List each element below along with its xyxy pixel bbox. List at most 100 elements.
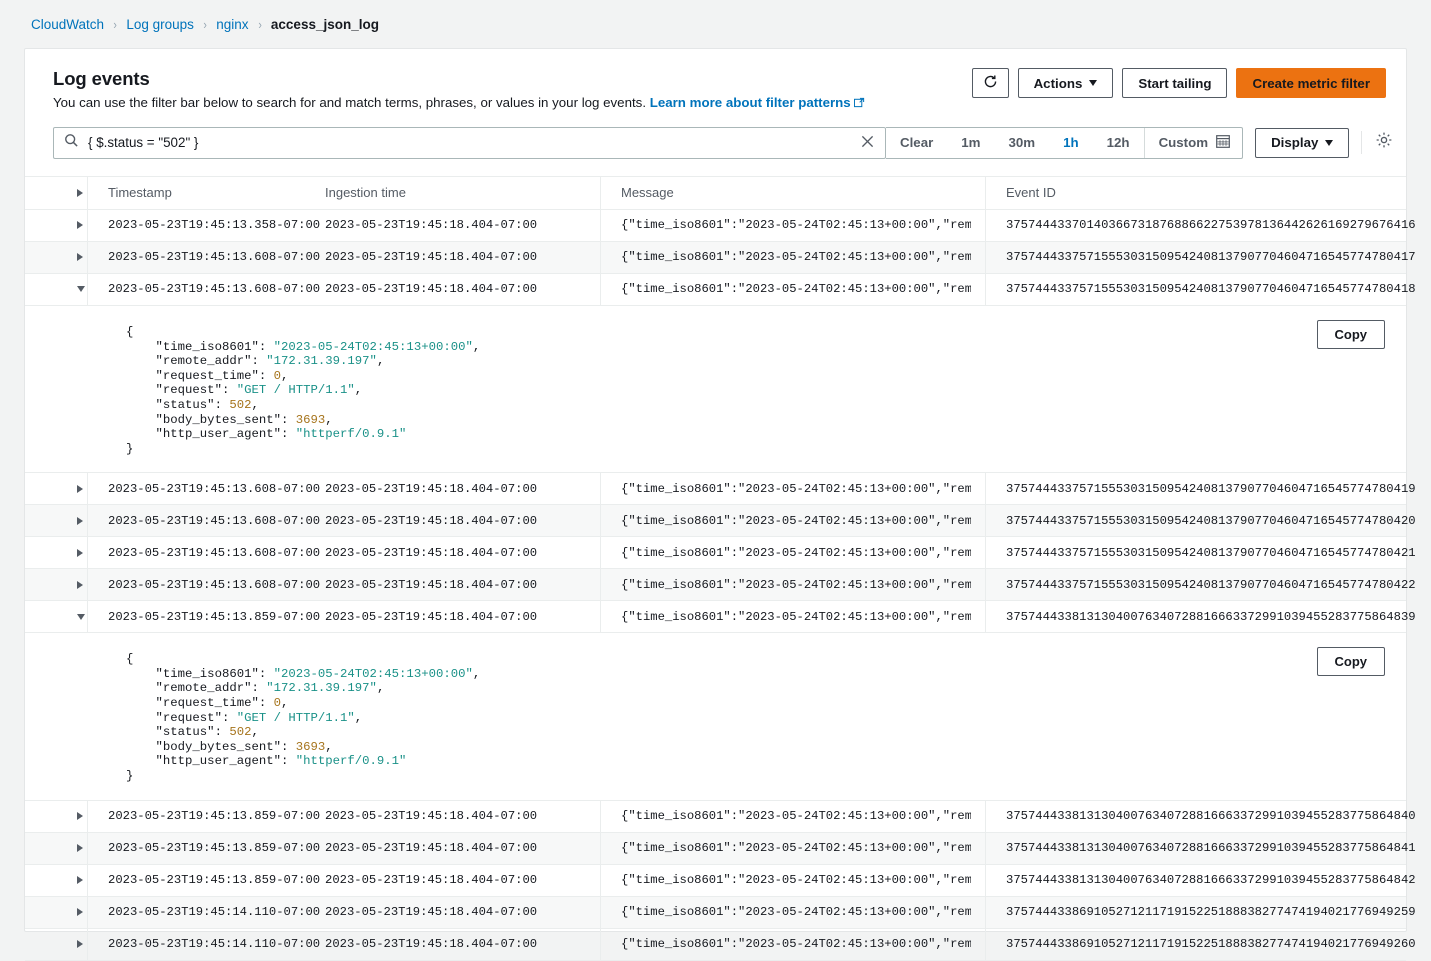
column-header-timestamp[interactable]: Timestamp [87,176,325,209]
cell-message: {"time_iso8601":"2023-05-24T02:45:13+00:… [600,896,985,928]
cell-ingestion-time: 2023-05-23T19:45:18.404-07:00 [325,545,538,560]
cell-timestamp: 2023-05-23T19:45:14.110-07:00 [87,896,325,928]
chevron-right-icon [77,876,83,885]
cell-timestamp: 2023-05-23T19:45:13.358-07:00 [87,209,325,241]
filter-search-input[interactable] [79,135,859,151]
time-range-1h[interactable]: 1h [1049,128,1093,158]
table-row[interactable]: 2023-05-23T19:45:13.608-07:00 2023-05-23T… [25,241,1416,274]
cell-event-id: 3757444337571555303150954240813790770460… [985,537,1416,569]
chevron-right-icon [77,548,83,557]
time-range-1m[interactable]: 1m [947,128,994,158]
table-row[interactable]: 2023-05-23T19:45:13.859-07:00 2023-05-23T… [25,864,1416,897]
expand-all-toggle[interactable] [25,188,87,197]
row-expand-toggle[interactable] [25,253,87,262]
time-range-clear[interactable]: Clear [886,128,947,158]
row-expand-toggle[interactable] [25,940,87,949]
cell-event-id: 3757444338691052712117191522518883827747… [985,896,1416,928]
copy-button[interactable]: Copy [1316,647,1385,677]
cell-ingestion-time: 2023-05-23T19:45:18.404-07:00 [325,609,538,624]
row-expand-toggle[interactable] [25,221,87,230]
row-expand-toggle[interactable] [25,516,87,525]
row-expand-toggle[interactable] [25,812,87,821]
row-expand-toggle[interactable] [25,613,87,620]
copy-button[interactable]: Copy [1316,319,1385,349]
message-preview-text: {"time_iso8601":"2023-05-24T02:45:13+00:… [621,841,971,856]
message-preview-text: {"time_iso8601":"2023-05-24T02:45:13+00:… [621,282,971,297]
row-expand-toggle[interactable] [25,876,87,885]
cell-ingestion-time: 2023-05-23T19:45:18.404-07:00 [325,577,538,592]
table-row[interactable]: 2023-05-23T19:45:13.608-07:00 2023-05-23T… [25,505,1416,538]
table-row[interactable]: 2023-05-23T19:45:13.859-07:00 2023-05-23T… [25,800,1416,833]
event-detail-panel: { "time_iso8601": "2023-05-24T02:45:13+0… [25,305,1406,474]
actions-dropdown-button[interactable]: Actions [1017,68,1114,98]
cell-event-id: 3757444338131304007634072881666337299103… [985,864,1416,896]
cell-message: {"time_iso8601":"2023-05-24T02:45:13+00:… [600,569,985,601]
table-row[interactable]: 2023-05-23T19:45:14.110-07:00 2023-05-23T… [25,896,1416,929]
refresh-icon [983,74,998,92]
breadcrumb-item-nginx[interactable]: nginx [216,17,248,32]
cell-timestamp: 2023-05-23T19:45:13.859-07:00 [87,832,325,864]
cell-timestamp: 2023-05-23T19:45:13.608-07:00 [87,505,325,537]
title-block: Log events You can use the filter bar be… [53,66,865,113]
start-tailing-button[interactable]: Start tailing [1122,68,1228,98]
breadcrumb-item-log-groups[interactable]: Log groups [126,17,194,32]
row-expand-toggle[interactable] [25,908,87,917]
column-header-event-id[interactable]: Event ID [985,176,1406,209]
cell-message: {"time_iso8601":"2023-05-24T02:45:13+00:… [600,241,985,273]
page-description-text: You can use the filter bar below to sear… [53,95,647,110]
breadcrumb-separator: › [203,16,207,32]
table-row[interactable]: 2023-05-23T19:45:14.110-07:00 2023-05-23T… [25,928,1416,961]
chevron-right-icon [77,484,83,493]
cell-ingestion-time: 2023-05-23T19:45:18.404-07:00 [325,809,538,824]
table-row[interactable]: 2023-05-23T19:45:13.608-07:00 2023-05-23T… [25,273,1416,306]
calendar-icon [1216,134,1230,151]
table-row[interactable]: 2023-05-23T19:45:13.608-07:00 2023-05-23T… [25,569,1416,602]
search-icon [64,133,79,153]
table-row[interactable]: 2023-05-23T19:45:13.608-07:00 2023-05-23T… [25,473,1416,506]
time-range-30m[interactable]: 30m [994,128,1049,158]
filter-toolbar: Clear1m30m1h12h Custom Display [25,113,1406,159]
breadcrumb-item-cloudwatch[interactable]: CloudWatch [31,17,104,32]
table-row[interactable]: 2023-05-23T19:45:13.859-07:00 2023-05-23T… [25,832,1416,865]
message-preview-text: {"time_iso8601":"2023-05-24T02:45:13+00:… [621,873,971,888]
chevron-right-icon [77,940,83,949]
event-json: { "time_iso8601": "2023-05-24T02:45:13+0… [126,652,481,784]
table-row[interactable]: 2023-05-23T19:45:13.358-07:00 2023-05-23T… [25,209,1416,242]
table-row[interactable]: 2023-05-23T19:45:13.608-07:00 2023-05-23T… [25,537,1416,570]
cell-event-id: 3757444338131304007634072881666337299103… [985,601,1416,633]
row-expand-toggle[interactable] [25,580,87,589]
cell-ingestion-time: 2023-05-23T19:45:18.404-07:00 [325,481,538,496]
chevron-right-icon [77,844,83,853]
page-description: You can use the filter bar below to sear… [53,94,865,113]
row-expand-toggle[interactable] [25,548,87,557]
message-preview-text: {"time_iso8601":"2023-05-24T02:45:13+00:… [621,513,971,528]
learn-more-link[interactable]: Learn more about filter patterns [650,95,851,110]
display-dropdown-button[interactable]: Display [1255,127,1350,158]
event-json: { "time_iso8601": "2023-05-24T02:45:13+0… [126,324,481,456]
chevron-right-icon [77,516,83,525]
cell-event-id: 3757444337014036673187688662275397813644… [985,209,1416,241]
chevron-down-icon [77,286,85,293]
row-expand-toggle[interactable] [25,844,87,853]
cell-message: {"time_iso8601":"2023-05-24T02:45:13+00:… [600,928,985,960]
cell-message: {"time_iso8601":"2023-05-24T02:45:13+00:… [600,601,985,633]
settings-button[interactable] [1361,131,1393,155]
chevron-right-icon [77,812,83,821]
panel-header: Log events You can use the filter bar be… [25,49,1406,113]
refresh-button[interactable] [971,68,1009,98]
cell-event-id: 3757444337571555303150954240813790770460… [985,505,1416,537]
clear-filter-icon[interactable] [859,135,876,151]
time-range-12h[interactable]: 12h [1093,128,1144,158]
row-expand-toggle[interactable] [25,286,87,293]
column-header-message[interactable]: Message [600,176,985,209]
create-metric-filter-button[interactable]: Create metric filter [1236,68,1386,98]
cell-ingestion-time: 2023-05-23T19:45:18.404-07:00 [325,513,538,528]
filter-search-box[interactable] [53,126,886,159]
row-expand-toggle[interactable] [25,484,87,493]
breadcrumb-separator: › [113,16,117,32]
table-row[interactable]: 2023-05-23T19:45:13.859-07:00 2023-05-23T… [25,601,1416,634]
column-header-ingestion-time[interactable]: Ingestion time [325,177,600,209]
custom-label: Custom [1158,135,1209,151]
time-range-custom[interactable]: Custom [1143,127,1243,158]
cell-message: {"time_iso8601":"2023-05-24T02:45:13+00:… [600,473,985,505]
